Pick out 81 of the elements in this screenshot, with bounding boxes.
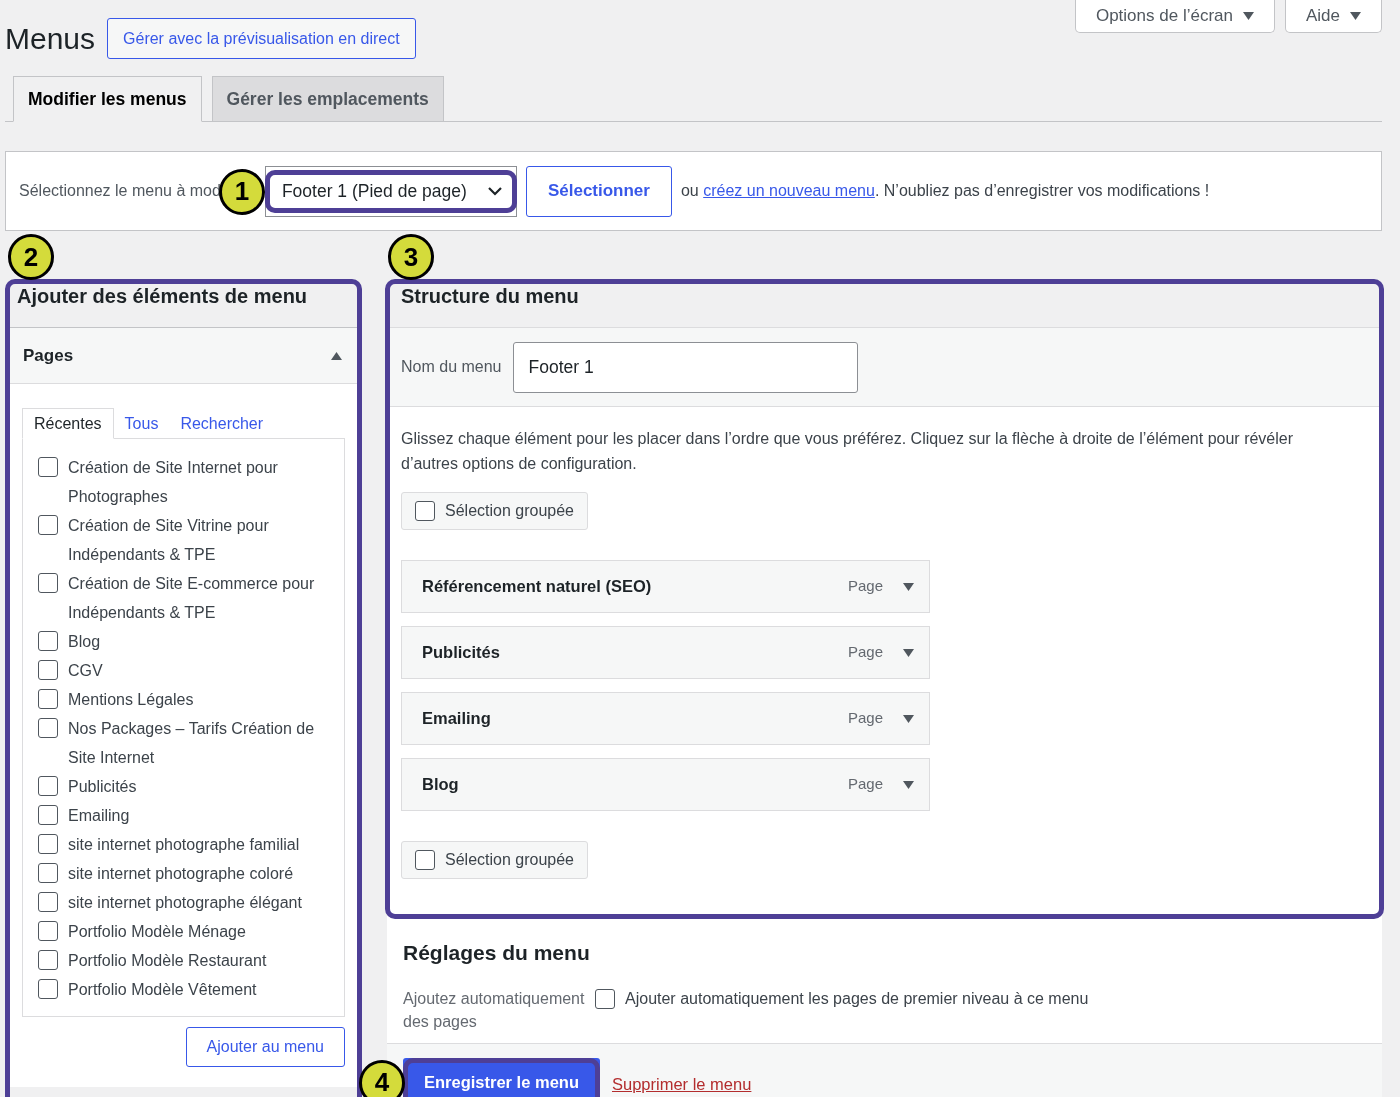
menu-item-title: Référencement naturel (SEO) — [422, 576, 653, 598]
dropdown-arrow-icon[interactable] — [903, 714, 914, 723]
checkbox[interactable] — [38, 950, 58, 970]
instructions-text: Glissez chaque élément pour les placer dans l’ordre que vous préférez. Cliquez sur la flèche à droite de l’élément pour révéler d’autres options de configuration. — [401, 429, 1295, 474]
menu-item-title: Emailing — [422, 708, 492, 730]
checkbox[interactable] — [38, 863, 58, 883]
menu-item-bar[interactable]: Blog Page — [401, 758, 930, 811]
page-item-label: Publicités — [68, 777, 137, 797]
menu-item-bar[interactable]: Publicités Page — [401, 626, 930, 679]
add-to-menu-button[interactable]: Ajouter au menu — [185, 1027, 345, 1067]
menu-item-bar[interactable]: Référencement naturel (SEO) Page — [401, 560, 930, 613]
panel-title: Structure du menu — [400, 284, 580, 309]
bulk-select-button[interactable]: Sélection groupée — [401, 492, 588, 530]
tab[interactable]: Gérer les emplacements — [211, 76, 444, 122]
page-item-label: Mentions Légales — [68, 690, 194, 710]
page-item-label: site internet photographe élégant — [68, 893, 302, 913]
create-menu-link[interactable]: créez un nouveau menu — [703, 182, 875, 199]
page-item-label: Emailing — [68, 806, 130, 826]
page-item-label: CGV — [68, 661, 103, 681]
panel-title: Ajouter des éléments de menu — [16, 284, 309, 309]
screen-meta-button[interactable]: Aide — [1284, 0, 1382, 33]
checkbox[interactable] — [38, 776, 58, 796]
menu-item-bar[interactable]: Emailing Page — [401, 692, 930, 745]
auto-add-option[interactable]: Ajouter automatiquement les pages de premier niveau à ce menu — [595, 986, 1089, 1033]
collapse-arrow-icon[interactable] — [331, 351, 342, 360]
page-title: Menus — [5, 21, 96, 57]
step-badge: 3 — [388, 234, 434, 280]
checkbox[interactable] — [38, 573, 58, 593]
step-badge: 2 — [8, 234, 54, 280]
checkbox[interactable] — [38, 892, 58, 912]
dropdown-arrow-icon[interactable] — [903, 582, 914, 591]
checkbox[interactable] — [38, 515, 58, 535]
select-button[interactable]: Sélectionner — [525, 165, 672, 217]
checkbox[interactable] — [415, 850, 435, 870]
delete-menu-link[interactable]: Supprimer le menu — [612, 1071, 752, 1097]
info-text: ou créez un nouveau menu. N’oubliez pas d’enregistrer vos modifications ! — [680, 181, 1210, 201]
checkbox[interactable] — [595, 989, 615, 1010]
page-item-label: Création de Site Internet pour Photographes — [68, 458, 279, 507]
auto-add-label: Ajoutez automatiquement des pages — [403, 988, 586, 1032]
page-item-label: Portfolio Modèle Ménage — [68, 922, 246, 942]
tab[interactable]: Récentes — [22, 408, 114, 439]
checkbox[interactable] — [38, 457, 58, 477]
section-title: Pages — [23, 344, 74, 367]
dropdown-arrow-icon[interactable] — [1242, 12, 1254, 20]
page-item-label: Portfolio Modèle Restaurant — [68, 951, 267, 971]
menu-item-type: Page — [847, 774, 883, 795]
settings-title: Réglages du menu — [403, 940, 591, 966]
page-item-label: site internet photographe familial — [68, 835, 300, 855]
menu-item-type: Page — [847, 642, 883, 663]
step-badge: 4 — [359, 1059, 405, 1097]
page-item-label: Création de Site Vitrine pour Indépendants & TPE — [68, 516, 270, 565]
menu-name-field[interactable]: Footer 1 — [512, 341, 858, 393]
dropdown-arrow-icon[interactable] — [903, 780, 914, 789]
page-item-label: Création de Site E-commerce pour Indépendants & TPE — [68, 574, 316, 623]
page-item-label: Portfolio Modèle Vêtement — [68, 980, 257, 1000]
menu-item-type: Page — [847, 708, 883, 729]
tab[interactable]: Rechercher — [169, 408, 275, 439]
screen-meta-button[interactable]: Options de l’écran — [1074, 0, 1275, 33]
page-item-label: Blog — [68, 632, 101, 652]
menu-name-label: Nom du menu — [401, 357, 502, 377]
live-preview-button[interactable]: Gérer avec la prévisualisation en direct — [107, 18, 416, 59]
page-item-label: Nos Packages – Tarifs Création de Site Internet — [68, 719, 316, 768]
checkbox[interactable] — [38, 834, 58, 854]
tab[interactable]: Tous — [113, 408, 170, 439]
bulk-select-button[interactable]: Sélection groupée — [401, 841, 588, 879]
dropdown-arrow-icon[interactable] — [903, 648, 914, 657]
menu-item-title: Publicités — [422, 642, 501, 664]
tab[interactable]: Modifier les menus — [13, 76, 202, 122]
checkbox[interactable] — [38, 631, 58, 651]
dropdown-arrow-icon[interactable] — [1350, 12, 1361, 20]
menu-item-type: Page — [847, 576, 883, 597]
menu-item-title: Blog — [422, 774, 460, 796]
checkbox[interactable] — [38, 660, 58, 680]
page-item-label: site internet photographe coloré — [68, 864, 294, 884]
checkbox[interactable] — [38, 979, 58, 999]
checkbox[interactable] — [415, 501, 435, 521]
chevron-down-icon — [487, 186, 502, 196]
checkbox[interactable] — [38, 921, 58, 941]
checkbox[interactable] — [38, 805, 58, 825]
checkbox[interactable] — [38, 718, 58, 738]
checkbox[interactable] — [38, 689, 58, 709]
